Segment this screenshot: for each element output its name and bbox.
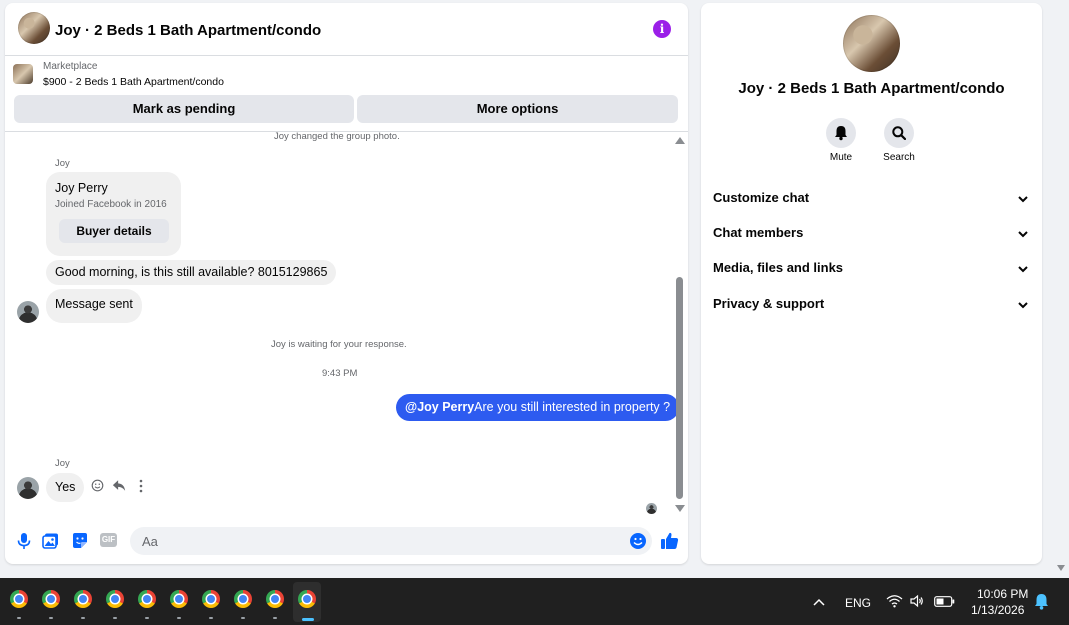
volume-icon[interactable]: [910, 594, 924, 608]
chrome-icon-active[interactable]: [298, 590, 316, 608]
react-icon[interactable]: [91, 479, 104, 492]
my-message-text: Are you still interested in property ?: [474, 400, 671, 414]
chevron-down-icon: [1018, 196, 1028, 203]
message-bubble[interactable]: Message sent: [46, 289, 142, 323]
chrome-icon[interactable]: [106, 590, 124, 608]
buyer-details-button[interactable]: Buyer details: [59, 219, 169, 243]
listing-title: $900 - 2 Beds 1 Bath Apartment/condo: [43, 76, 224, 88]
section-privacy-support[interactable]: Privacy & support: [713, 296, 1033, 320]
sticker-icon[interactable]: [71, 532, 89, 550]
details-title: Joy · 2 Beds 1 Bath Apartment/condo: [738, 80, 1005, 97]
wifi-icon[interactable]: [886, 594, 903, 608]
chevron-down-icon: [1018, 231, 1028, 238]
reply-icon[interactable]: [112, 479, 126, 492]
scroll-down-arrow[interactable]: [675, 505, 685, 512]
notification-bell-icon[interactable]: [1034, 593, 1049, 610]
gif-icon[interactable]: GIF: [100, 533, 117, 547]
mention-tag[interactable]: @Joy Perry: [405, 400, 474, 414]
chrome-icon[interactable]: [170, 590, 188, 608]
app-indicator: [241, 617, 245, 619]
my-message-bubble[interactable]: @Joy PerryAre you still interested in pr…: [396, 394, 680, 421]
chrome-icon[interactable]: [42, 590, 60, 608]
like-icon[interactable]: [660, 531, 679, 550]
marketplace-listing[interactable]: Marketplace $900 - 2 Beds 1 Bath Apartme…: [13, 61, 683, 91]
section-label: Media, files and links: [713, 260, 844, 275]
chevron-up-icon[interactable]: [813, 597, 825, 607]
profile-name: Joy Perry: [55, 181, 108, 195]
section-customize-chat[interactable]: Customize chat: [713, 190, 1033, 214]
conversation-details-panel: Joy · 2 Beds 1 Bath Apartment/condo Mute…: [701, 3, 1042, 564]
conversation-large-avatar[interactable]: [843, 15, 900, 72]
mute-label: Mute: [829, 152, 853, 163]
chevron-down-icon: [1018, 266, 1028, 273]
message-bubble[interactable]: Good morning, is this still available? 8…: [46, 260, 337, 285]
search-button[interactable]: [884, 118, 914, 148]
chrome-icon[interactable]: [266, 590, 284, 608]
listing-thumbnail: [13, 64, 33, 84]
clock-time[interactable]: 10:06 PM: [977, 587, 1028, 601]
app-indicator: [209, 617, 213, 619]
battery-icon[interactable]: [934, 596, 955, 607]
bell-icon: [835, 126, 847, 141]
app-indicator: [49, 617, 53, 619]
search-icon: [892, 126, 906, 140]
photo-icon[interactable]: [42, 532, 60, 550]
app-indicator: [145, 617, 149, 619]
scroll-up-arrow[interactable]: [675, 137, 685, 144]
app-indicator: [113, 617, 117, 619]
language-indicator[interactable]: ENG: [845, 596, 871, 610]
active-app-indicator: [302, 618, 314, 621]
group-photo-notice: Joy changed the group photo.: [274, 131, 400, 142]
section-media-files-links[interactable]: Media, files and links: [713, 260, 1033, 284]
sender-avatar[interactable]: [17, 477, 39, 499]
app-indicator: [273, 617, 277, 619]
app-indicator: [17, 617, 21, 619]
section-label: Privacy & support: [713, 296, 825, 311]
more-icon[interactable]: [138, 479, 144, 493]
chrome-icon[interactable]: [138, 590, 156, 608]
profile-joined: Joined Facebook in 2016: [55, 199, 167, 210]
sender-avatar[interactable]: [17, 301, 39, 323]
clock-date[interactable]: 1/13/2026: [971, 603, 1024, 617]
taskbar: ENG 10:06 PM 1/13/2026: [0, 578, 1069, 625]
message-timestamp: 9:43 PM: [322, 368, 358, 379]
conversation-avatar[interactable]: [18, 12, 50, 44]
chrome-icon[interactable]: [202, 590, 220, 608]
chrome-icon[interactable]: [74, 590, 92, 608]
more-options-button[interactable]: More options: [357, 95, 678, 123]
message-composer[interactable]: [130, 527, 652, 555]
page-scroll-down-arrow[interactable]: [1057, 565, 1065, 571]
chrome-icon[interactable]: [234, 590, 252, 608]
message-bubble[interactable]: Yes: [46, 473, 85, 502]
chat-scrollbar-thumb[interactable]: [676, 277, 683, 499]
chrome-icon[interactable]: [10, 590, 28, 608]
sender-name: Joy: [55, 158, 70, 169]
section-chat-members[interactable]: Chat members: [713, 225, 1033, 249]
message-input[interactable]: [140, 533, 614, 550]
section-label: Customize chat: [713, 190, 810, 205]
chevron-down-icon: [1018, 302, 1028, 309]
section-label: Chat members: [713, 225, 804, 240]
search-label: Search: [883, 152, 915, 163]
marketplace-label: Marketplace: [43, 61, 98, 72]
app-indicator: [81, 617, 85, 619]
sender-name: Joy: [55, 458, 70, 469]
info-icon[interactable]: i: [653, 20, 671, 38]
waiting-notice: Joy is waiting for your response.: [271, 339, 407, 350]
chat-title[interactable]: Joy · 2 Beds 1 Bath Apartment/condo: [55, 22, 321, 39]
mark-as-pending-button[interactable]: Mark as pending: [14, 95, 354, 123]
app-indicator: [177, 617, 181, 619]
chat-panel: Joy · 2 Beds 1 Bath Apartment/condo i Ma…: [5, 3, 688, 564]
profile-card: Joy Perry Joined Facebook in 2016 Buyer …: [46, 172, 181, 256]
emoji-icon[interactable]: [629, 532, 647, 550]
mute-button[interactable]: [826, 118, 856, 148]
read-receipt-avatar: [646, 503, 657, 514]
chat-header: Joy · 2 Beds 1 Bath Apartment/condo i: [5, 3, 688, 56]
microphone-icon[interactable]: [15, 532, 33, 550]
